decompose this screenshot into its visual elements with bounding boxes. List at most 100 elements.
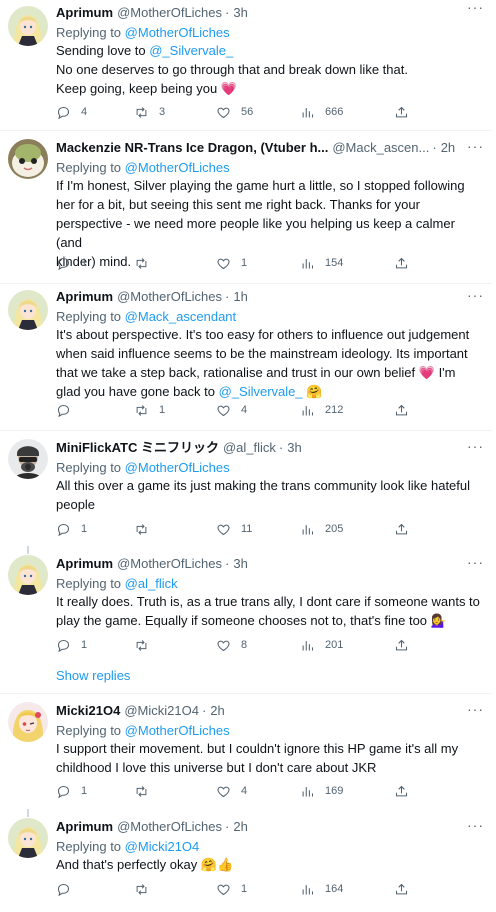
mention-link[interactable]: @_Silvervale_	[149, 43, 233, 58]
author-handle[interactable]: @MotherOfLiches	[117, 818, 222, 836]
retweet-button[interactable]	[134, 637, 159, 653]
views-button[interactable]: 164	[300, 881, 343, 897]
tweet-text-line: It really does. Truth is, as a true tran…	[56, 592, 482, 611]
share-button[interactable]	[394, 255, 419, 271]
replying-to-handle[interactable]: @MotherOfLiches	[125, 25, 230, 40]
timestamp[interactable]: 2h	[233, 818, 247, 836]
more-options-icon[interactable]: ···	[467, 288, 484, 302]
more-options-icon[interactable]: ···	[467, 139, 484, 153]
retweet-button[interactable]	[134, 521, 159, 537]
author-name[interactable]: MiniFlickATC ミニフリック	[56, 439, 219, 457]
avatar[interactable]	[8, 818, 48, 858]
avatar[interactable]	[8, 139, 48, 179]
timestamp[interactable]: 2h	[441, 139, 455, 157]
share-button[interactable]	[394, 521, 419, 537]
author-handle[interactable]: @MotherOfLiches	[117, 555, 222, 573]
more-options-icon[interactable]: ···	[467, 818, 484, 832]
author-handle[interactable]: @al_flick	[223, 439, 276, 457]
tweet[interactable]: MiniFlickATC ミニフリック @al_flick · 3h Reply…	[0, 431, 492, 546]
tweet[interactable]: Mackenzie NR-Trans Ice Dragon, (Vtuber h…	[0, 131, 492, 283]
reply-icon	[56, 784, 81, 799]
text-segment: Keep going, keep being you	[56, 81, 221, 96]
timestamp[interactable]: 3h	[287, 439, 301, 457]
author-name[interactable]: Micki21O4	[56, 702, 120, 720]
text-segment: 🤗	[302, 384, 323, 399]
replying-to-label: Replying to	[56, 460, 122, 475]
replying-to-label: Replying to	[56, 25, 122, 40]
like-button[interactable]: 1	[216, 255, 247, 271]
reply-button[interactable]: 1	[56, 783, 87, 799]
avatar[interactable]	[8, 290, 48, 330]
share-button[interactable]	[394, 783, 419, 799]
retweet-button[interactable]	[134, 783, 159, 799]
tweet[interactable]: Aprimum @MotherOfLiches · 2h Replying to…	[0, 816, 492, 912]
reply-button[interactable]: 1	[56, 521, 87, 537]
more-options-icon[interactable]: ···	[467, 0, 484, 14]
tweet[interactable]: Aprimum @MotherOfLiches · 3h Replying to…	[0, 553, 492, 657]
timestamp[interactable]: 1h	[233, 288, 247, 306]
like-button[interactable]: 11	[216, 521, 252, 537]
show-replies-link[interactable]: Show replies	[56, 668, 130, 683]
replying-to-label: Replying to	[56, 160, 122, 175]
reply-button[interactable]: 4	[56, 104, 87, 120]
replying-to-label: Replying to	[56, 576, 122, 591]
views-count: 205	[325, 523, 344, 535]
timestamp[interactable]: 3h	[233, 4, 247, 22]
like-button[interactable]: 1	[216, 881, 247, 897]
like-button[interactable]: 4	[216, 402, 247, 418]
retweet-button[interactable]: 1	[134, 402, 165, 418]
replying-to-handle[interactable]: @al_flick	[125, 576, 178, 591]
more-options-icon[interactable]: ···	[467, 702, 484, 716]
replying-to-handle[interactable]: @Micki21O4	[125, 839, 200, 854]
views-button[interactable]: 212	[300, 402, 343, 418]
author-handle[interactable]: @MotherOfLiches	[117, 4, 222, 22]
share-button[interactable]	[394, 637, 419, 653]
avatar[interactable]	[8, 555, 48, 595]
avatar[interactable]	[8, 6, 48, 46]
reply-button[interactable]	[56, 402, 81, 418]
tweet[interactable]: Micki21O4 @Micki21O4 · 2h Replying to @M…	[0, 694, 492, 809]
author-name[interactable]: Aprimum	[56, 818, 113, 836]
avatar[interactable]	[8, 439, 48, 479]
tweet[interactable]: Aprimum @MotherOfLiches · 1h Replying to…	[0, 284, 492, 430]
views-button[interactable]: 666	[300, 104, 343, 120]
more-options-icon[interactable]: ···	[467, 439, 484, 453]
like-button[interactable]: 8	[216, 637, 247, 653]
author-name[interactable]: Aprimum	[56, 288, 113, 306]
replying-to-handle[interactable]: @MotherOfLiches	[125, 160, 230, 175]
like-button[interactable]: 56	[216, 104, 253, 120]
reply-button[interactable]: 1	[56, 637, 87, 653]
retweet-button[interactable]	[134, 255, 159, 271]
tweet[interactable]: Aprimum @MotherOfLiches · 3h Replying to…	[0, 0, 492, 130]
tweet-text-line: No one deserves to go through that and b…	[56, 60, 482, 79]
reply-button[interactable]: 1	[56, 255, 87, 271]
share-button[interactable]	[394, 881, 419, 897]
author-name[interactable]: Mackenzie NR-Trans Ice Dragon, (Vtuber h…	[56, 139, 328, 157]
views-button[interactable]: 169	[300, 783, 343, 799]
author-name[interactable]: Aprimum	[56, 555, 113, 573]
author-handle[interactable]: @MotherOfLiches	[117, 288, 222, 306]
reply-button[interactable]	[56, 881, 81, 897]
replying-to-handle[interactable]: @MotherOfLiches	[125, 460, 230, 475]
replying-to-handle[interactable]: @Mack_ascendant	[125, 309, 236, 324]
like-button[interactable]: 4	[216, 783, 247, 799]
views-button[interactable]: 201	[300, 637, 343, 653]
timestamp[interactable]: 2h	[210, 702, 224, 720]
author-handle[interactable]: @Mack_ascen...	[332, 139, 429, 157]
share-button[interactable]	[394, 104, 419, 120]
mention-link[interactable]: @_Silvervale_	[219, 384, 303, 399]
retweet-icon	[134, 403, 159, 418]
share-button[interactable]	[394, 402, 419, 418]
views-count: 169	[325, 785, 344, 797]
avatar[interactable]	[8, 702, 48, 742]
retweet-button[interactable]	[134, 881, 159, 897]
more-options-icon[interactable]: ···	[467, 555, 484, 569]
author-handle[interactable]: @Micki21O4	[124, 702, 199, 720]
replying-to-handle[interactable]: @MotherOfLiches	[125, 723, 230, 738]
retweet-button[interactable]: 3	[134, 104, 165, 120]
views-button[interactable]: 154	[300, 255, 343, 271]
timestamp[interactable]: 3h	[233, 555, 247, 573]
views-button[interactable]: 205	[300, 521, 343, 537]
author-name[interactable]: Aprimum	[56, 4, 113, 22]
action-bar: 1 1 154	[56, 255, 486, 271]
